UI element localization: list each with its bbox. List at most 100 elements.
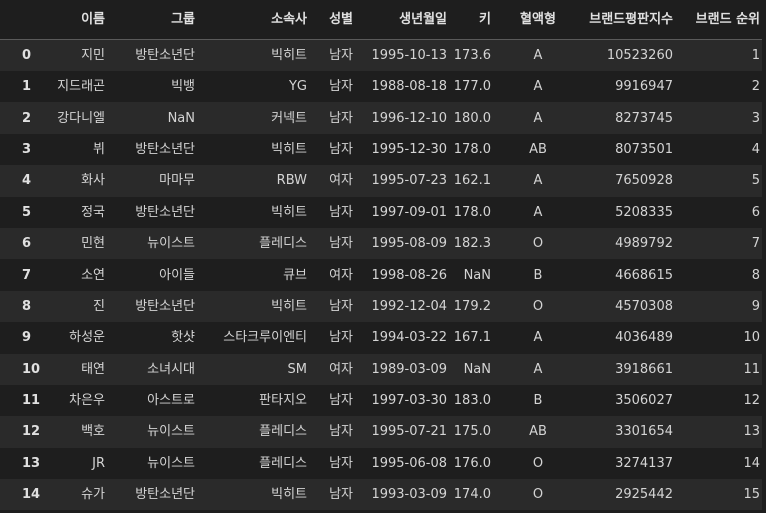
cell-name: 지민 (81, 48, 105, 63)
cell-brand-index: 4989792 (615, 236, 673, 252)
cell-height: 178.0 (453, 141, 491, 157)
cell-height: 177.0 (453, 79, 491, 95)
cell-birthdate: 1997-09-01 (371, 204, 447, 220)
column-header-index (0, 0, 44, 40)
cell-birthdate: 1994-03-22 (371, 330, 447, 346)
cell-brand-rank: 3 (751, 110, 760, 126)
table-row: 14 슈가 방탄소년단 빅히트 남자 1993-03-09 174.0 O 2925442 15 (0, 479, 766, 511)
cell-bloodtype: A (533, 173, 543, 189)
cell-name: 화사 (81, 173, 105, 189)
cell-brand-rank: 7 (751, 236, 760, 252)
cell-name: 정국 (81, 204, 105, 220)
table-row: 8 진 방탄소년단 빅히트 남자 1992-12-04 179.2 O 4570308 9 (0, 290, 766, 323)
cell-gender: 남자 (329, 110, 353, 126)
cell-group: 방탄소년단 (135, 48, 195, 63)
cell-agency: RBW (276, 173, 307, 189)
column-header-agency: 소속사 (201, 0, 313, 40)
row-index: 6 (22, 236, 32, 252)
cell-agency: 플레디스 (259, 455, 307, 471)
cell-gender: 남자 (329, 455, 353, 471)
cell-birthdate: 1989-03-09 (371, 361, 447, 377)
row-index: 12 (22, 424, 41, 440)
cell-brand-rank: 1 (751, 48, 760, 63)
cell-height: 182.3 (453, 236, 491, 252)
cell-bloodtype: O (532, 236, 544, 252)
cell-height: NaN (463, 267, 491, 283)
scroll-edge (762, 0, 766, 513)
cell-agency: 플레디스 (259, 424, 307, 440)
cell-agency: YG (288, 79, 307, 95)
cell-brand-rank: 6 (751, 204, 760, 220)
cell-agency: 빅히트 (271, 204, 307, 220)
cell-brand-index: 7650928 (615, 173, 673, 189)
cell-brand-index: 10523260 (606, 48, 673, 63)
cell-height: 175.0 (453, 424, 491, 440)
cell-name: 소연 (81, 267, 105, 283)
cell-brand-index: 3506027 (615, 393, 673, 409)
cell-gender: 여자 (329, 173, 353, 189)
row-index: 2 (22, 110, 32, 126)
cell-birthdate: 1995-08-09 (371, 236, 447, 252)
table-row: 3 뷔 방탄소년단 빅히트 남자 1995-12-30 178.0 AB 8073501 4 (0, 133, 766, 166)
cell-bloodtype: O (532, 487, 544, 503)
cell-group: 뉴이스트 (147, 236, 195, 252)
cell-name: 태연 (81, 361, 105, 377)
table-row: 5 정국 방탄소년단 빅히트 남자 1997-09-01 178.0 A 5208335 6 (0, 196, 766, 228)
cell-agency: 스타크루이엔티 (223, 330, 307, 346)
cell-bloodtype: O (532, 298, 544, 314)
cell-brand-index: 3301654 (615, 424, 673, 440)
cell-brand-rank: 13 (743, 424, 760, 440)
row-index: 0 (22, 48, 32, 63)
cell-bloodtype: A (533, 79, 543, 95)
cell-agency: 빅히트 (271, 298, 307, 314)
cell-height: 183.0 (453, 393, 491, 409)
cell-height: 178.0 (453, 204, 491, 220)
row-index: 14 (22, 487, 41, 503)
cell-group: 방탄소년단 (135, 204, 195, 220)
cell-brand-index: 9916947 (615, 79, 673, 95)
cell-birthdate: 1998-08-26 (371, 267, 447, 283)
cell-name: JR (92, 455, 105, 471)
cell-gender: 남자 (329, 141, 353, 157)
cell-bloodtype: B (533, 393, 543, 409)
cell-brand-index: 3274137 (615, 455, 673, 471)
header-row: 이름 그룹 소속사 성별 생년월일 키 혈액형 브랜드평판지수 브랜드 순위 (0, 0, 766, 40)
row-index: 10 (22, 361, 41, 377)
cell-height: 173.6 (453, 48, 491, 63)
cell-brand-rank: 2 (751, 79, 760, 95)
cell-gender: 남자 (329, 79, 353, 95)
cell-brand-rank: 11 (743, 361, 760, 377)
cell-birthdate: 1995-06-08 (371, 455, 447, 471)
cell-group: 아스트로 (147, 393, 195, 409)
cell-height: 162.1 (453, 173, 491, 189)
cell-brand-rank: 12 (743, 393, 760, 409)
cell-agency: 플레디스 (259, 236, 307, 252)
cell-agency: SM (287, 361, 307, 377)
cell-name: 지드래곤 (57, 79, 105, 95)
column-header-height: 키 (453, 0, 497, 40)
cell-birthdate: 1996-12-10 (371, 110, 447, 126)
cell-brand-rank: 4 (751, 141, 760, 157)
cell-brand-rank: 14 (743, 455, 760, 471)
table-row: 10 태연 소녀시대 SM 여자 1989-03-09 NaN A 3918661 11 (0, 353, 766, 385)
table-row: 4 화사 마마무 RBW 여자 1995-07-23 162.1 A 7650928 5 (0, 165, 766, 197)
cell-gender: 남자 (329, 424, 353, 440)
cell-brand-index: 8073501 (615, 141, 673, 157)
table-row: 12 백호 뉴이스트 플레디스 남자 1995-07-21 175.0 AB 3301654 13 (0, 416, 766, 448)
cell-agency: 빅히트 (271, 48, 307, 63)
cell-name: 슈가 (81, 487, 105, 503)
row-index: 7 (22, 267, 32, 283)
cell-height: 167.1 (453, 330, 491, 346)
row-index: 8 (22, 298, 32, 314)
cell-name: 강다니엘 (57, 110, 105, 126)
cell-group: 아이들 (159, 267, 195, 283)
cell-group: 마마무 (159, 173, 195, 189)
cell-gender: 여자 (329, 267, 353, 283)
cell-brand-index: 8273745 (615, 110, 673, 126)
cell-name: 민현 (81, 236, 105, 252)
cell-agency: 빅히트 (271, 141, 307, 157)
column-header-bloodtype: 혈액형 (497, 0, 559, 40)
cell-gender: 남자 (329, 298, 353, 314)
row-index: 5 (22, 204, 32, 220)
cell-bloodtype: AB (529, 424, 547, 440)
